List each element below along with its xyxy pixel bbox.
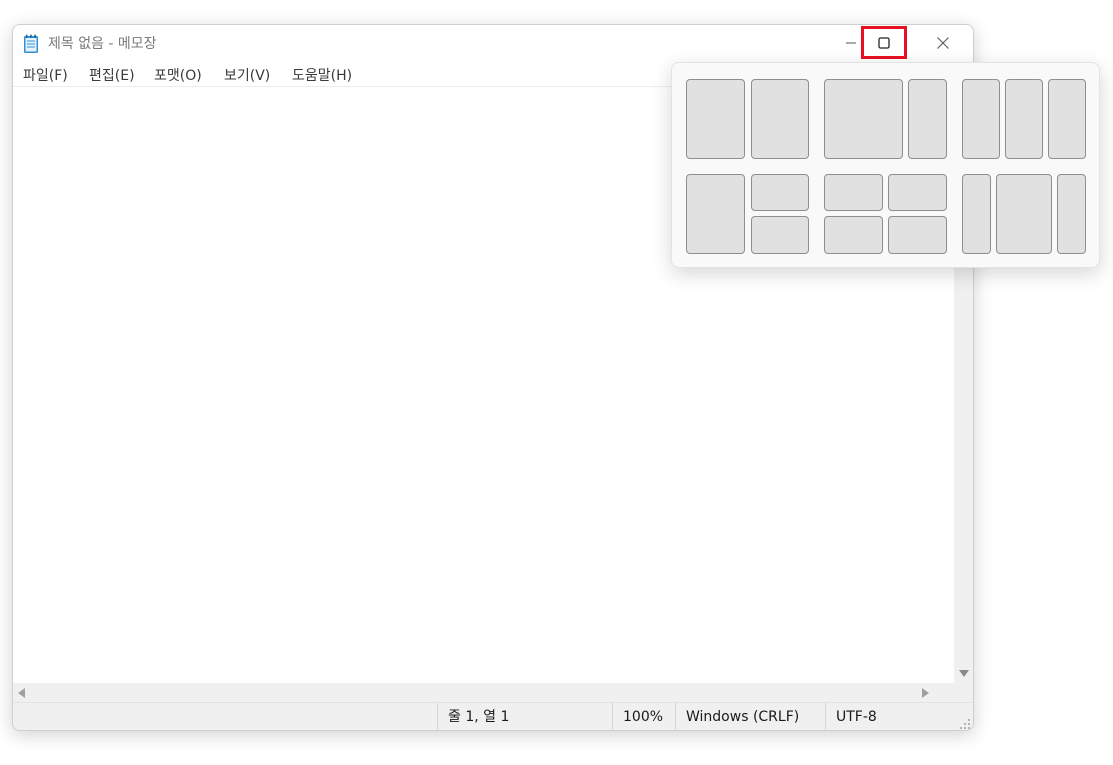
menu-edit[interactable]: 편집(E) (89, 65, 135, 85)
snap-zone[interactable] (751, 174, 809, 211)
notepad-icon (24, 34, 38, 53)
snap-zone[interactable] (962, 174, 991, 254)
snap-zone[interactable] (1005, 79, 1043, 159)
menu-format[interactable]: 포맷(O) (154, 65, 202, 85)
snap-zone[interactable] (751, 79, 809, 159)
title-bar[interactable]: 제목 없음 - 메모장 (13, 25, 973, 61)
snap-zone[interactable] (751, 216, 809, 254)
snap-zone[interactable] (686, 174, 745, 254)
status-encoding: UTF-8 (825, 703, 955, 730)
snap-layouts-flyout (671, 62, 1100, 268)
menu-help[interactable]: 도움말(H) (292, 65, 352, 85)
maximize-button[interactable] (861, 26, 907, 59)
window-title: 제목 없음 - 메모장 (48, 36, 157, 52)
snap-zone[interactable] (908, 79, 947, 159)
horizontal-scrollbar[interactable] (13, 683, 955, 702)
snap-zone[interactable] (824, 79, 903, 159)
maximize-icon (878, 36, 890, 49)
snap-zone[interactable] (888, 216, 947, 254)
scroll-left-icon[interactable] (18, 688, 25, 698)
status-line-ending: Windows (CRLF) (675, 703, 825, 730)
snap-zone[interactable] (824, 174, 883, 211)
snap-zone[interactable] (888, 174, 947, 211)
status-cursor-position: 줄 1, 열 1 (437, 703, 612, 730)
menu-view[interactable]: 보기(V) (224, 65, 270, 85)
close-button[interactable] (919, 25, 967, 61)
snap-zone[interactable] (824, 216, 883, 254)
snap-zone[interactable] (962, 79, 1000, 159)
snap-zone[interactable] (686, 79, 745, 159)
close-icon (937, 37, 949, 49)
minimize-icon (846, 42, 856, 44)
status-bar: 줄 1, 열 1 100% Windows (CRLF) UTF-8 (13, 702, 973, 730)
snap-zone[interactable] (1048, 79, 1086, 159)
snap-zone[interactable] (996, 174, 1052, 254)
resize-grip-icon[interactable] (959, 718, 971, 730)
status-zoom: 100% (612, 703, 675, 730)
scroll-right-icon[interactable] (922, 688, 929, 698)
scroll-down-icon[interactable] (959, 670, 969, 677)
snap-zone[interactable] (1057, 174, 1086, 254)
scrollbar-corner (954, 683, 973, 702)
menu-file[interactable]: 파일(F) (23, 65, 68, 85)
